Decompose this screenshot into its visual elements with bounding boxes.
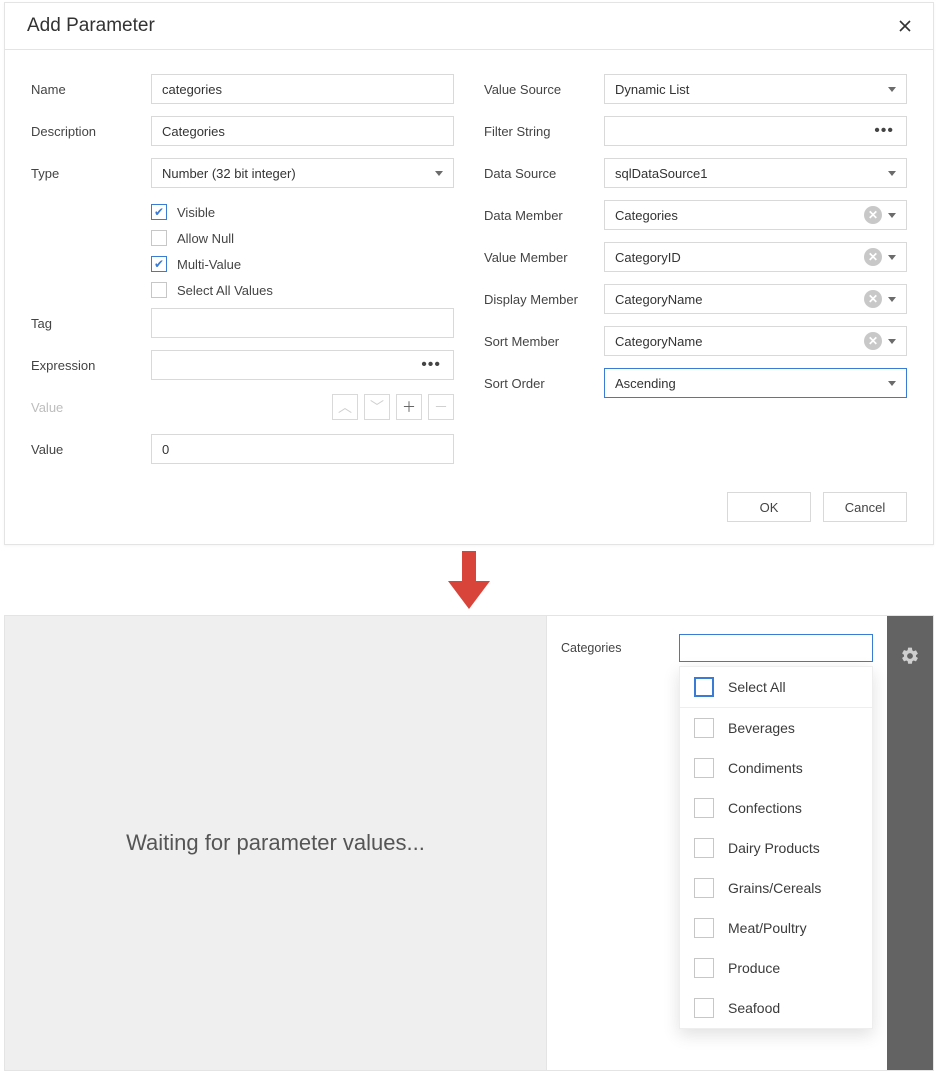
checkbox-icon	[694, 758, 714, 778]
right-column: Value Source Dynamic List Filter String …	[484, 74, 907, 476]
category-option[interactable]: Beverages	[680, 708, 872, 748]
sort-order-label: Sort Order	[484, 376, 604, 391]
remove-button[interactable]: －	[428, 394, 454, 420]
viewer-toolbar	[887, 616, 933, 1070]
type-select[interactable]: Number (32 bit integer)	[151, 158, 454, 188]
category-option[interactable]: Grains/Cereals	[680, 868, 872, 908]
clear-icon[interactable]: ✕	[864, 332, 882, 350]
tag-label: Tag	[31, 316, 151, 331]
checkbox-icon	[151, 256, 167, 272]
clear-icon[interactable]: ✕	[864, 206, 882, 224]
checkbox-icon	[694, 998, 714, 1018]
checkbox-icon	[694, 677, 714, 697]
close-icon[interactable]	[897, 18, 913, 34]
value-member-label: Value Member	[484, 250, 604, 265]
data-source-label: Data Source	[484, 166, 604, 181]
category-option[interactable]: Condiments	[680, 748, 872, 788]
checkbox-icon	[694, 798, 714, 818]
chevron-down-icon	[888, 255, 896, 260]
dialog-body: Name categories Description Categories T…	[5, 50, 933, 484]
category-option[interactable]: Dairy Products	[680, 828, 872, 868]
ellipsis-icon[interactable]: •••	[874, 122, 896, 140]
value-collection-label: Value	[31, 400, 151, 415]
value-source-label: Value Source	[484, 82, 604, 97]
chevron-down-icon	[888, 297, 896, 302]
add-button[interactable]: ＋	[396, 394, 422, 420]
checkbox-icon	[694, 718, 714, 738]
categories-param-label: Categories	[561, 634, 665, 655]
chevron-down-icon	[888, 381, 896, 386]
move-up-button[interactable]: ︿	[332, 394, 358, 420]
left-column: Name categories Description Categories T…	[31, 74, 454, 476]
display-member-label: Display Member	[484, 292, 604, 307]
select-all-option[interactable]: Select All	[680, 667, 872, 707]
value-label: Value	[31, 442, 151, 457]
categories-param-input[interactable]	[679, 634, 873, 662]
sort-member-select[interactable]: CategoryName ✕	[604, 326, 907, 356]
category-option[interactable]: Produce	[680, 948, 872, 988]
chevron-down-icon	[888, 213, 896, 218]
expression-label: Expression	[31, 358, 151, 373]
dialog-title: Add Parameter	[27, 15, 155, 37]
checkbox-icon	[694, 838, 714, 858]
allow-null-checkbox-row[interactable]: Allow Null	[151, 230, 454, 246]
report-viewer: Waiting for parameter values... Categori…	[4, 615, 934, 1071]
flow-arrow	[0, 545, 938, 615]
value-input[interactable]: 0	[151, 434, 454, 464]
category-option[interactable]: Confections	[680, 788, 872, 828]
ellipsis-icon[interactable]: •••	[421, 356, 443, 374]
sort-member-label: Sort Member	[484, 334, 604, 349]
add-parameter-dialog: Add Parameter Name categories Descriptio…	[4, 2, 934, 545]
categories-dropdown: Select All Beverages Condiments Confecti…	[679, 666, 873, 1029]
checkbox-icon	[694, 918, 714, 938]
checkbox-icon	[694, 958, 714, 978]
move-down-button[interactable]: ﹀	[364, 394, 390, 420]
clear-icon[interactable]: ✕	[864, 248, 882, 266]
filter-string-input[interactable]: •••	[604, 116, 907, 146]
value-source-select[interactable]: Dynamic List	[604, 74, 907, 104]
clear-icon[interactable]: ✕	[864, 290, 882, 308]
checkbox-icon	[151, 230, 167, 246]
parameters-panel: Categories Select All Beverages Condimen…	[547, 616, 887, 1070]
data-member-label: Data Member	[484, 208, 604, 223]
type-label: Type	[31, 166, 151, 181]
category-option[interactable]: Seafood	[680, 988, 872, 1028]
multi-value-checkbox-row[interactable]: Multi-Value	[151, 256, 454, 272]
dialog-header: Add Parameter	[5, 3, 933, 50]
value-member-select[interactable]: CategoryID ✕	[604, 242, 907, 272]
filter-string-label: Filter String	[484, 124, 604, 139]
chevron-down-icon	[888, 171, 896, 176]
expression-input[interactable]: •••	[151, 350, 454, 380]
data-source-select[interactable]: sqlDataSource1	[604, 158, 907, 188]
ok-button[interactable]: OK	[727, 492, 811, 522]
category-option[interactable]: Meat/Poultry	[680, 908, 872, 948]
description-label: Description	[31, 124, 151, 139]
name-input[interactable]: categories	[151, 74, 454, 104]
checkbox-icon	[151, 204, 167, 220]
data-member-select[interactable]: Categories ✕	[604, 200, 907, 230]
preview-message: Waiting for parameter values...	[126, 830, 425, 856]
name-label: Name	[31, 82, 151, 97]
visible-checkbox-row[interactable]: Visible	[151, 204, 454, 220]
description-input[interactable]: Categories	[151, 116, 454, 146]
checkbox-icon	[694, 878, 714, 898]
arrow-down-icon	[448, 551, 490, 609]
preview-area: Waiting for parameter values...	[5, 616, 547, 1070]
cancel-button[interactable]: Cancel	[823, 492, 907, 522]
sort-order-select[interactable]: Ascending	[604, 368, 907, 398]
tag-input[interactable]	[151, 308, 454, 338]
dialog-footer: OK Cancel	[5, 484, 933, 544]
chevron-down-icon	[888, 87, 896, 92]
select-all-values-checkbox-row[interactable]: Select All Values	[151, 282, 454, 298]
display-member-select[interactable]: CategoryName ✕	[604, 284, 907, 314]
chevron-down-icon	[888, 339, 896, 344]
gear-icon[interactable]	[900, 646, 920, 671]
checkbox-icon	[151, 282, 167, 298]
chevron-down-icon	[435, 171, 443, 176]
